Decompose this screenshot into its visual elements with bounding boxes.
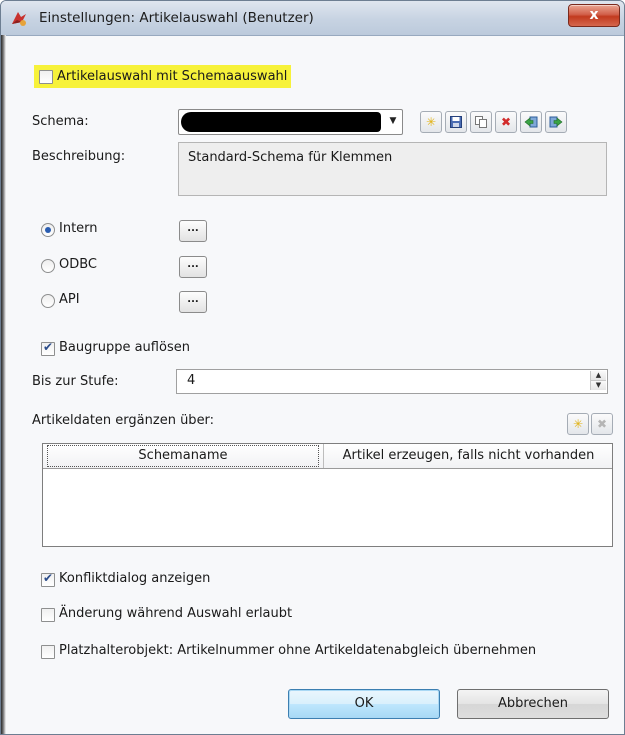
spin-up-icon[interactable]: ▲ bbox=[591, 371, 606, 381]
description-label: Beschreibung: bbox=[32, 149, 126, 164]
new-icon: ✳ bbox=[572, 417, 584, 431]
radio-api-label: API bbox=[59, 292, 80, 307]
assembly-label: Baugruppe auflösen bbox=[59, 340, 190, 355]
table-header: Schemaname Artikel erzeugen, falls nicht… bbox=[43, 444, 612, 469]
chevron-down-icon[interactable]: ▼ bbox=[386, 113, 400, 129]
app-icon bbox=[12, 12, 26, 26]
copy-icon bbox=[475, 116, 487, 128]
radio-api[interactable] bbox=[41, 294, 55, 308]
column-header-schemaname[interactable]: Schemaname bbox=[47, 445, 319, 467]
level-spin-buttons: ▲ ▼ bbox=[590, 371, 606, 390]
odbc-browse-button[interactable]: ... bbox=[179, 256, 207, 278]
add-supplement-button[interactable]: ✳ bbox=[567, 413, 589, 435]
remove-supplement-button[interactable]: ✖ bbox=[591, 413, 613, 435]
ok-button[interactable]: OK bbox=[288, 689, 440, 719]
copy-schema-button[interactable] bbox=[470, 111, 492, 133]
level-value: 4 bbox=[187, 373, 196, 388]
settings-dialog: Einstellungen: Artikelauswahl (Benutzer)… bbox=[0, 0, 625, 735]
placeholder-label: Platzhalterobjekt: Artikelnummer ohne Ar… bbox=[59, 643, 537, 658]
level-stepper[interactable]: 4 ▲ ▼ bbox=[176, 369, 608, 394]
allow-change-checkbox[interactable] bbox=[41, 608, 55, 622]
title-bar[interactable]: Einstellungen: Artikelauswahl (Benutzer)… bbox=[1, 1, 624, 36]
placeholder-checkbox[interactable] bbox=[41, 645, 55, 659]
supplement-table[interactable]: Schemaname Artikel erzeugen, falls nicht… bbox=[42, 443, 613, 547]
allow-change-label: Änderung während Auswahl erlaubt bbox=[59, 606, 293, 621]
close-button[interactable]: x bbox=[568, 4, 620, 27]
supplement-label: Artikeldaten ergänzen über: bbox=[32, 413, 215, 428]
level-label: Bis zur Stufe: bbox=[32, 374, 119, 389]
import-icon bbox=[524, 116, 538, 128]
radio-intern-label: Intern bbox=[59, 221, 98, 236]
delete-icon: ✖ bbox=[500, 115, 512, 129]
radio-intern[interactable] bbox=[41, 223, 55, 237]
assembly-checkbox[interactable] bbox=[41, 340, 55, 356]
radio-odbc[interactable] bbox=[41, 259, 55, 273]
delete-icon: ✖ bbox=[596, 417, 608, 431]
schema-selection-label: Artikelauswahl mit Schemaauswahl bbox=[57, 69, 288, 84]
window-title: Einstellungen: Artikelauswahl (Benutzer) bbox=[39, 10, 314, 26]
conflict-dialog-label: Konfliktdialog anzeigen bbox=[59, 571, 211, 586]
schema-label: Schema: bbox=[32, 114, 89, 129]
window-edge bbox=[1, 35, 6, 734]
redacted-value bbox=[181, 112, 381, 132]
column-header-create-article[interactable]: Artikel erzeugen, falls nicht vorhanden bbox=[323, 444, 613, 468]
radio-odbc-label: ODBC bbox=[59, 257, 98, 272]
cancel-button[interactable]: Abbrechen bbox=[457, 689, 609, 719]
delete-schema-button[interactable]: ✖ bbox=[495, 111, 517, 133]
description-value: Standard-Schema für Klemmen bbox=[188, 150, 393, 165]
save-icon bbox=[450, 116, 462, 128]
export-schema-button[interactable] bbox=[545, 111, 567, 133]
new-schema-button[interactable]: ✳ bbox=[420, 111, 442, 133]
export-icon bbox=[549, 116, 563, 128]
close-icon: x bbox=[589, 7, 599, 23]
import-schema-button[interactable] bbox=[520, 111, 542, 133]
intern-browse-button[interactable]: ... bbox=[179, 220, 207, 242]
conflict-dialog-checkbox[interactable] bbox=[41, 571, 55, 587]
schema-combobox[interactable]: ▼ bbox=[178, 109, 403, 135]
spin-down-icon[interactable]: ▼ bbox=[591, 381, 606, 390]
save-schema-button[interactable] bbox=[445, 111, 467, 133]
schema-selection-checkbox[interactable] bbox=[39, 70, 53, 84]
description-field[interactable]: Standard-Schema für Klemmen bbox=[178, 142, 607, 196]
api-browse-button[interactable]: ... bbox=[179, 291, 207, 313]
new-icon: ✳ bbox=[425, 115, 437, 129]
